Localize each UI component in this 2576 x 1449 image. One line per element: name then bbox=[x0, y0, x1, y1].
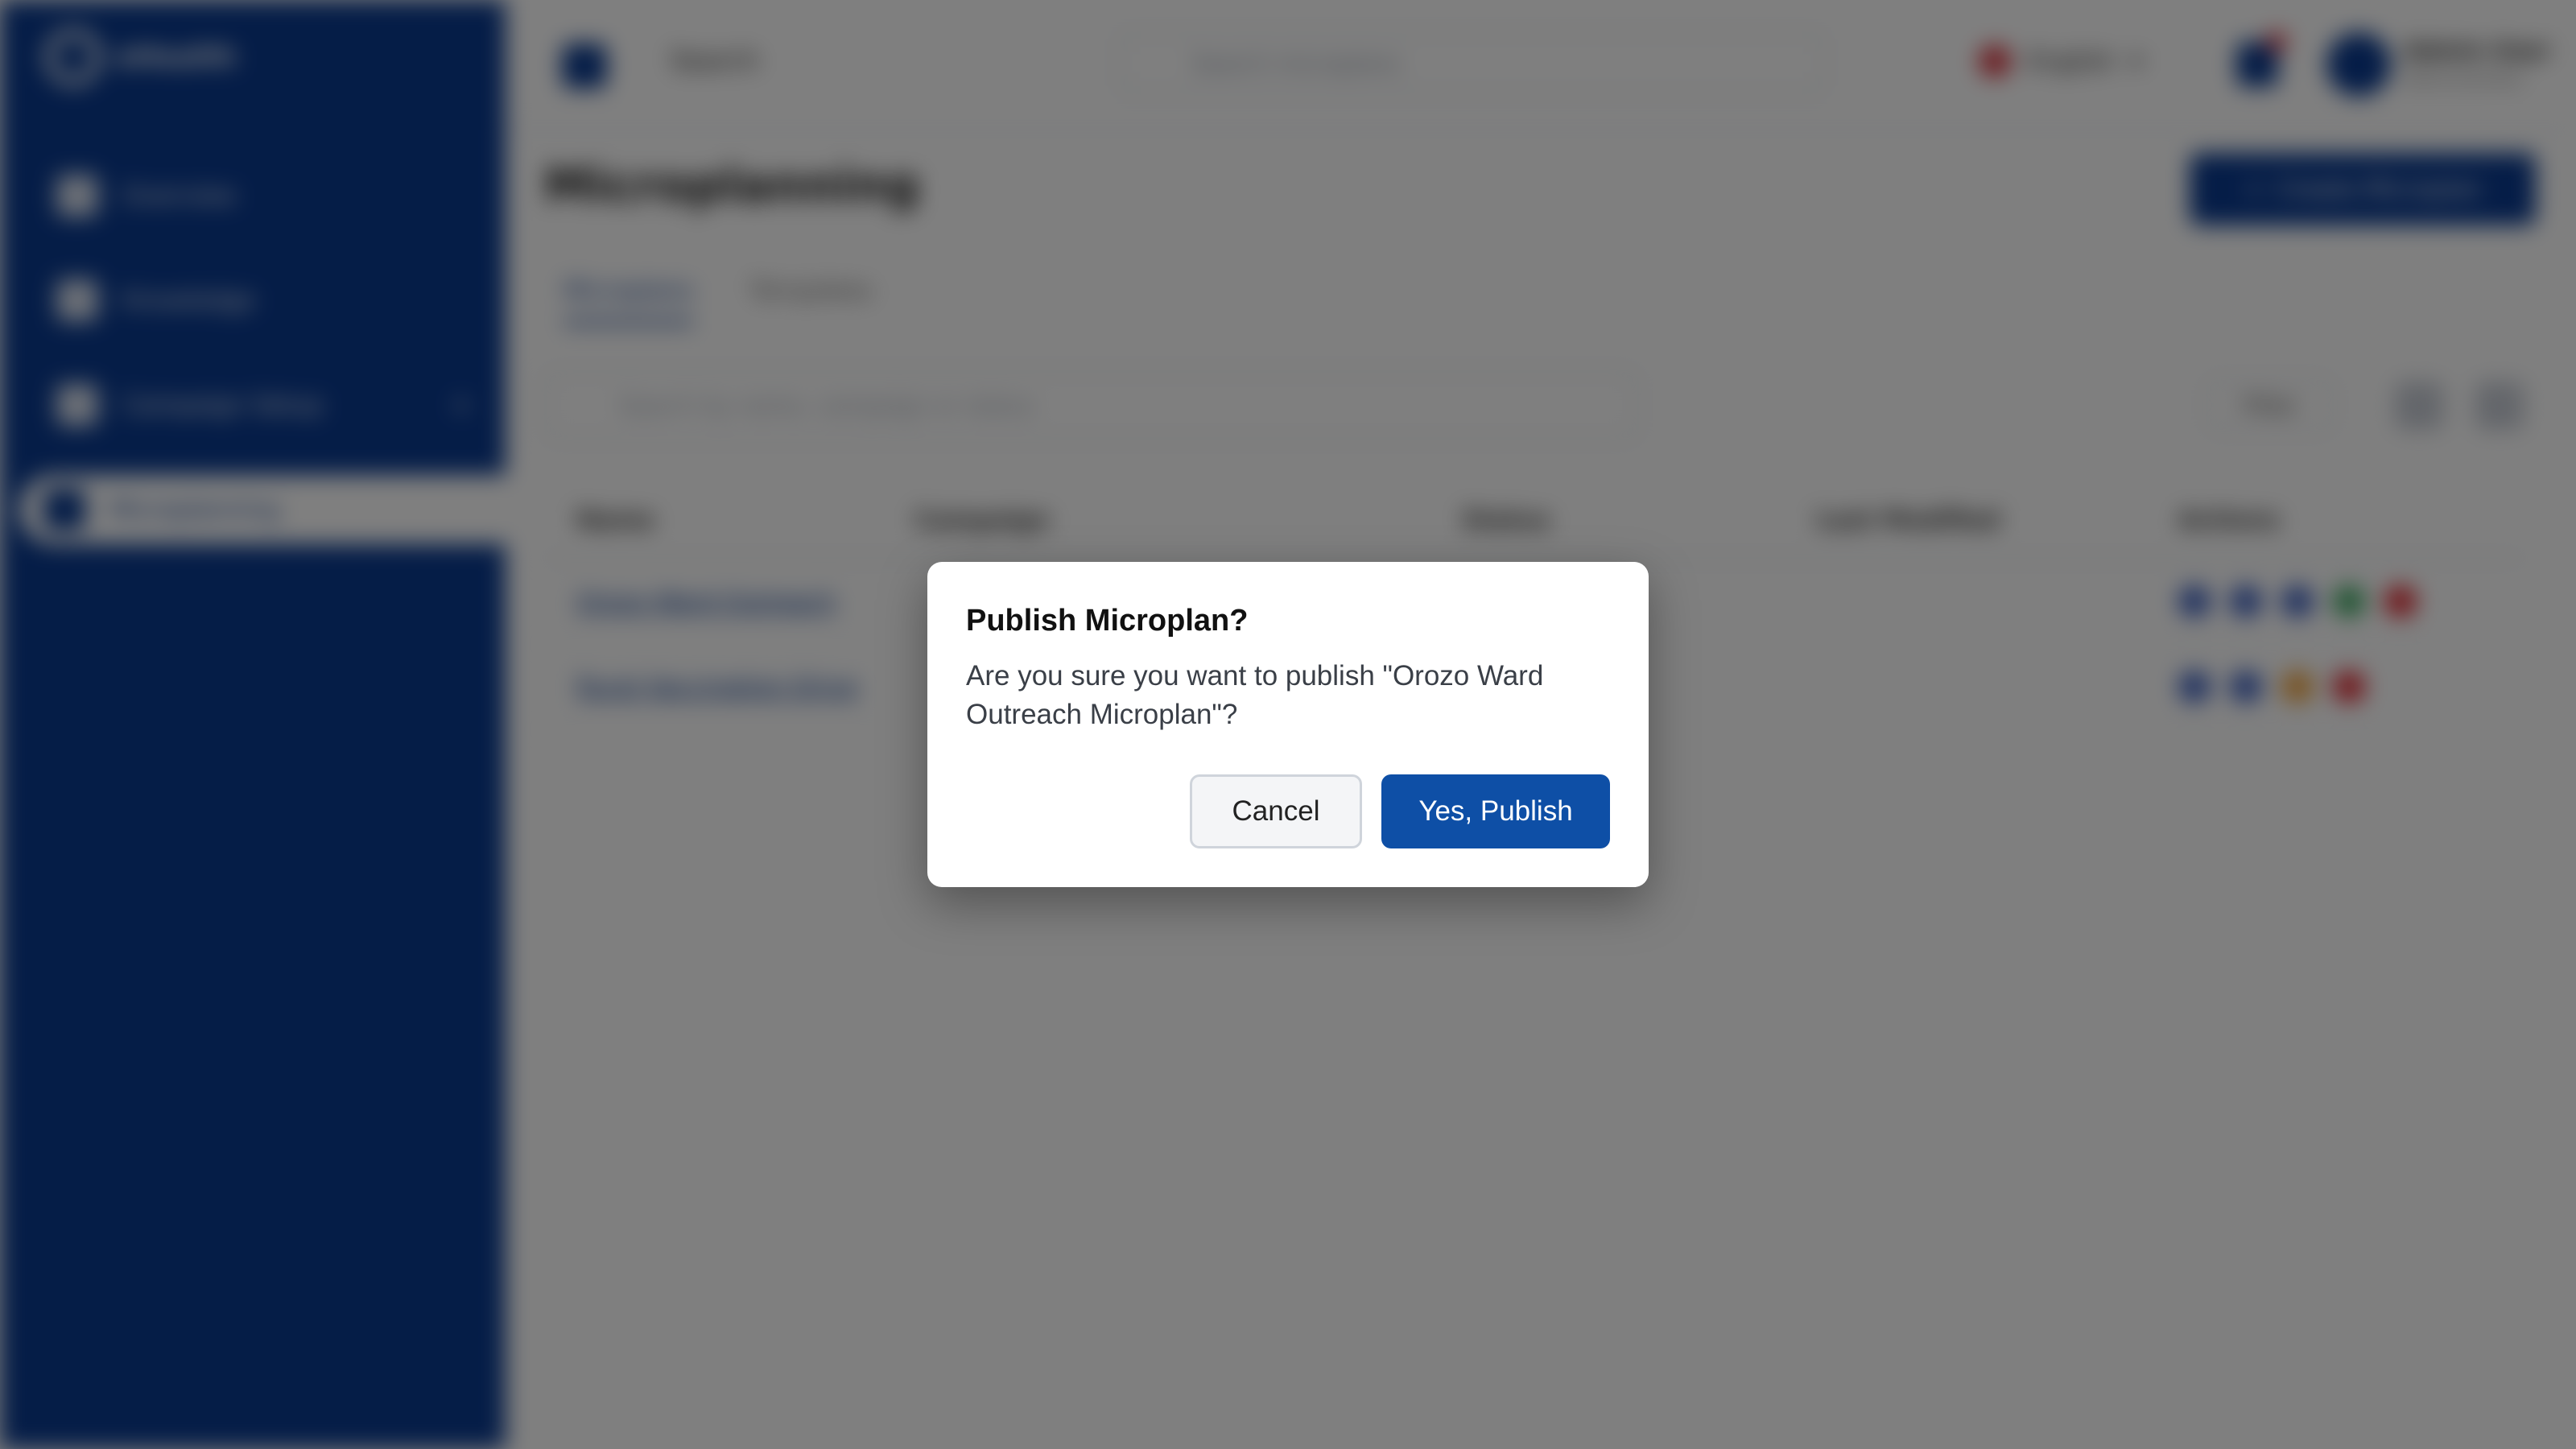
dialog-title: Publish Microplan? bbox=[966, 604, 1249, 638]
dialog-message: Are you sure you want to publish "Orozo … bbox=[966, 660, 1544, 730]
confirm-publish-button[interactable]: Yes, Publish bbox=[1381, 774, 1610, 848]
dialog-actions: Cancel Yes, Publish bbox=[1190, 774, 1610, 848]
cancel-button[interactable]: Cancel bbox=[1190, 774, 1362, 848]
publish-confirm-dialog: Publish Microplan? Are you sure you want… bbox=[927, 562, 1649, 887]
